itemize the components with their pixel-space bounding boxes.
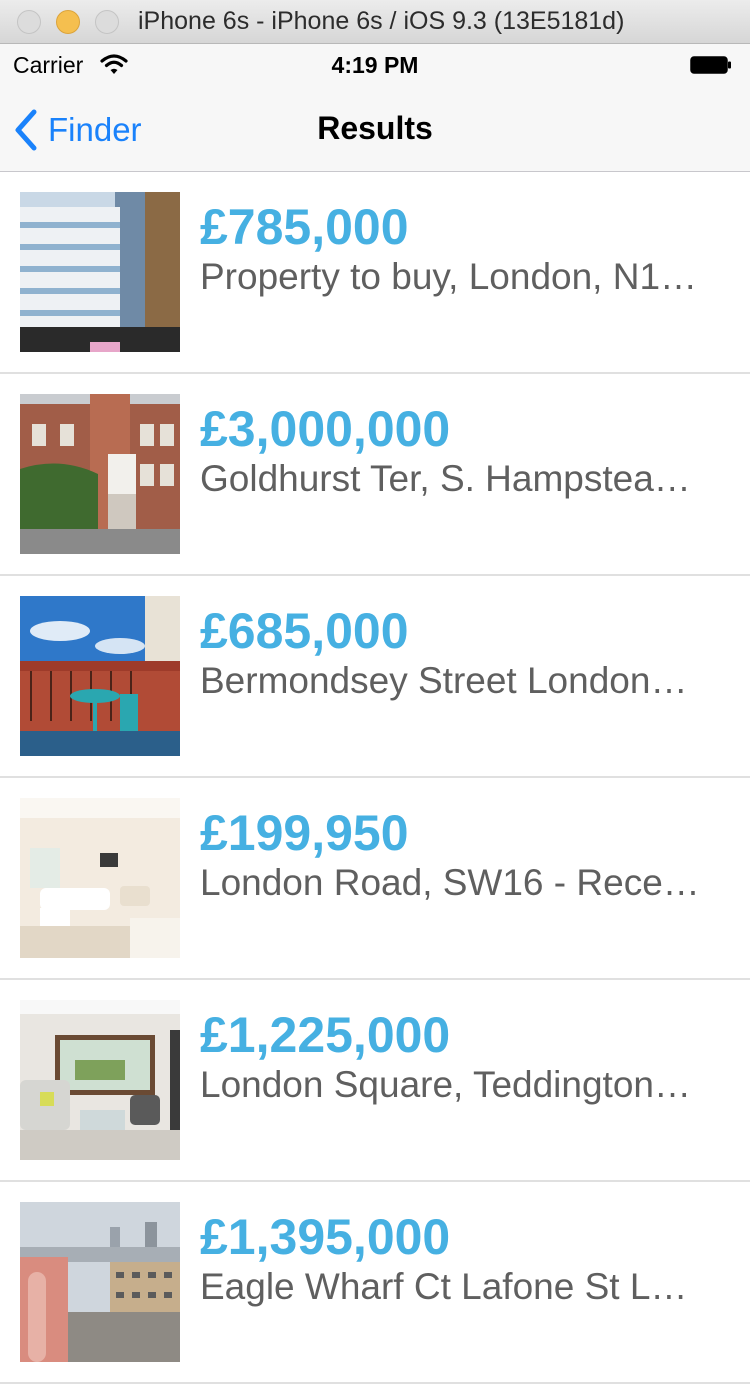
listing-row[interactable]: £685,000 Bermondsey Street London…: [0, 576, 750, 778]
page-title: Results: [317, 110, 433, 146]
listing-price: £785,000: [200, 199, 409, 255]
property-thumbnail: [20, 596, 180, 756]
listing-row[interactable]: £785,000 Property to buy, London, N1…: [0, 172, 750, 374]
minimize-window-button[interactable]: [56, 10, 80, 34]
listing-row[interactable]: £199,950 London Road, SW16 - Rece…: [0, 778, 750, 980]
zoom-window-button[interactable]: [95, 10, 119, 34]
window-title: iPhone 6s - iPhone 6s / iOS 9.3 (13E5181…: [138, 7, 625, 35]
listing-title: London Road, SW16 - Rece…: [200, 862, 700, 903]
battery-icon: [690, 56, 731, 74]
listing-price: £1,395,000: [200, 1209, 451, 1265]
property-thumbnail: [20, 1202, 180, 1362]
listing-row[interactable]: £3,000,000 Goldhurst Ter, S. Hampstea…: [0, 374, 750, 576]
property-thumbnail: [20, 192, 180, 352]
status-bar: Carrier 4:19 PM: [0, 44, 750, 86]
listing-title: Eagle Wharf Ct Lafone St L…: [200, 1266, 688, 1307]
listing-title: London Square, Teddington…: [200, 1064, 691, 1105]
listing-title: Property to buy, London, N1…: [200, 256, 698, 297]
clock: 4:19 PM: [331, 52, 419, 78]
simulator-title-bar: iPhone 6s - iPhone 6s / iOS 9.3 (13E5181…: [0, 0, 750, 44]
listing-row[interactable]: £1,395,000 Eagle Wharf Ct Lafone St L…: [0, 1182, 750, 1384]
listing-price: £3,000,000: [200, 401, 451, 457]
property-thumbnail: [20, 394, 180, 554]
listing-title: Goldhurst Ter, S. Hampstea…: [200, 458, 691, 499]
navigation-bar: Finder Results: [0, 86, 750, 172]
listing-title: Bermondsey Street London…: [200, 660, 688, 701]
listing-price: £199,950: [200, 805, 409, 861]
listing-price: £1,225,000: [200, 1007, 451, 1063]
close-window-button[interactable]: [17, 10, 41, 34]
property-thumbnail: [20, 798, 180, 958]
listing-price: £685,000: [200, 603, 409, 659]
listing-row[interactable]: £1,225,000 London Square, Teddington…: [0, 980, 750, 1182]
property-thumbnail: [20, 1000, 180, 1160]
results-list: £785,000 Property to buy, London, N1… £3…: [0, 172, 750, 1384]
